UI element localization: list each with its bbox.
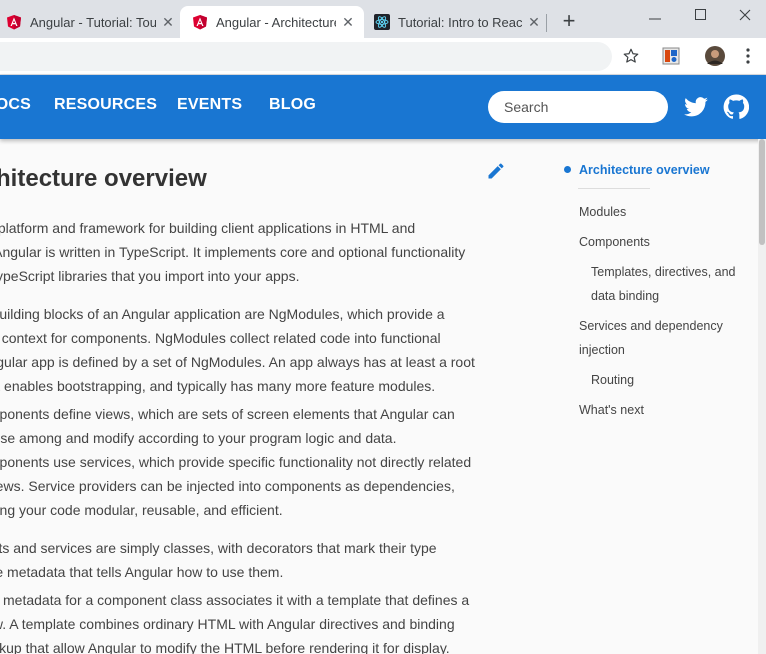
tab-architecture-overview[interactable]: Angular - Architecture overview ✕ xyxy=(180,6,364,38)
close-tab-icon[interactable]: ✕ xyxy=(160,14,176,30)
paragraph-line: sets; an Angular app is defined by a set… xyxy=(0,354,475,370)
maximize-icon xyxy=(695,9,706,20)
paragraph-line: Angular is a platform and framework for … xyxy=(0,220,416,236)
paragraph-line: markup that allow Angular to modify the … xyxy=(0,640,450,654)
new-tab-button[interactable]: + xyxy=(556,8,582,34)
paragraph-line: and provide metadata that tells Angular … xyxy=(0,564,284,580)
tab-title: Angular - Architecture overview xyxy=(216,14,336,30)
maximize-button[interactable] xyxy=(678,0,724,30)
close-tab-icon[interactable]: ✕ xyxy=(526,14,542,30)
nav-link-blog[interactable]: BLOG xyxy=(269,96,316,114)
tab-intro-to-react[interactable]: Tutorial: Intro to React ✕ xyxy=(374,6,542,38)
paragraph-line: choose among and modify according to you… xyxy=(0,430,397,446)
bookmark-star-icon[interactable] xyxy=(621,46,641,66)
paragraph-components: Components define views, which are sets … xyxy=(0,402,471,522)
article-content: Architecture overview Angular is a platf… xyxy=(0,139,530,654)
paragraph-line: to views. Service providers can be injec… xyxy=(0,478,455,494)
paragraph-decorators: Components and services are simply class… xyxy=(0,536,437,584)
minimize-button[interactable] xyxy=(632,0,678,30)
react-icon xyxy=(374,14,390,30)
profile-avatar[interactable] xyxy=(705,46,725,66)
toc-item-components[interactable]: Components xyxy=(579,230,650,254)
tab-separator xyxy=(546,14,547,32)
search-input[interactable] xyxy=(488,91,668,123)
paragraph-line: The metadata for a component class assoc… xyxy=(0,592,470,608)
scrollbar-thumb[interactable] xyxy=(759,139,765,245)
paragraph-intro: Angular is a platform and framework for … xyxy=(0,216,465,288)
close-icon xyxy=(739,9,751,21)
paragraph-templates: The metadata for a component class assoc… xyxy=(0,588,469,654)
toc-item-templates-cont[interactable]: data binding xyxy=(591,284,659,308)
toc-item-whats-next[interactable]: What's next xyxy=(579,398,644,422)
browser-toolbar xyxy=(0,38,766,75)
twitter-icon[interactable] xyxy=(683,94,709,120)
github-icon[interactable] xyxy=(723,94,749,120)
paragraph-ngmodules: The basic building blocks of an Angular … xyxy=(0,302,475,398)
site-top-nav: DOCS RESOURCES EVENTS BLOG xyxy=(0,75,766,139)
nav-link-events[interactable]: EVENTS xyxy=(177,96,242,114)
browser-menu-icon[interactable] xyxy=(738,46,758,66)
angular-icon xyxy=(7,15,21,30)
browser-tab-strip: Angular - Tutorial: Tour of Heroes ✕ Ang… xyxy=(0,0,766,38)
toc-item-modules[interactable]: Modules xyxy=(579,200,626,224)
paragraph-line: TypeScript. Angular is written in TypeSc… xyxy=(0,244,466,260)
close-window-button[interactable] xyxy=(722,0,766,30)
paragraph-line: view. A template combines ordinary HTML … xyxy=(0,616,455,632)
extension-icon[interactable] xyxy=(661,46,681,66)
tab-title: Angular - Tutorial: Tour of Heroes xyxy=(30,14,156,30)
toc-item-routing[interactable]: Routing xyxy=(591,368,634,392)
toc-active-dot xyxy=(564,166,571,173)
toc-divider xyxy=(578,188,650,189)
paragraph-line: as a set of TypeScript libraries that yo… xyxy=(0,268,300,284)
tab-title: Tutorial: Intro to React xyxy=(398,14,522,30)
paragraph-line: The basic building blocks of an Angular … xyxy=(0,306,445,322)
nav-link-docs[interactable]: DOCS xyxy=(0,96,31,114)
paragraph-line: Components and services are simply class… xyxy=(0,540,437,556)
page-title: Architecture overview xyxy=(0,165,207,192)
minimize-icon xyxy=(649,18,661,20)
address-bar[interactable] xyxy=(0,42,612,71)
angular-icon xyxy=(193,15,207,30)
toc-item-services[interactable]: Services and dependency xyxy=(579,314,723,338)
nav-link-resources[interactable]: RESOURCES xyxy=(54,96,157,114)
tab-tutorial-tour-of-heroes[interactable]: Angular - Tutorial: Tour of Heroes ✕ xyxy=(6,6,176,38)
paragraph-line: Components define views, which are sets … xyxy=(0,406,455,422)
paragraph-line: Components use services, which provide s… xyxy=(0,454,472,470)
close-tab-icon[interactable]: ✕ xyxy=(340,14,356,30)
toc-item-templates[interactable]: Templates, directives, and xyxy=(591,260,736,284)
toc-item-architecture-overview[interactable]: Architecture overview xyxy=(579,158,710,182)
paragraph-line: module that enables bootstrapping, and t… xyxy=(0,378,436,394)
paragraph-line: compilation context for components. NgMo… xyxy=(0,330,441,346)
page-scrollbar[interactable] xyxy=(758,139,766,654)
toc-item-services-cont[interactable]: injection xyxy=(579,338,625,362)
paragraph-line: making your code modular, reusable, and … xyxy=(0,502,283,518)
edit-icon[interactable] xyxy=(486,161,506,181)
